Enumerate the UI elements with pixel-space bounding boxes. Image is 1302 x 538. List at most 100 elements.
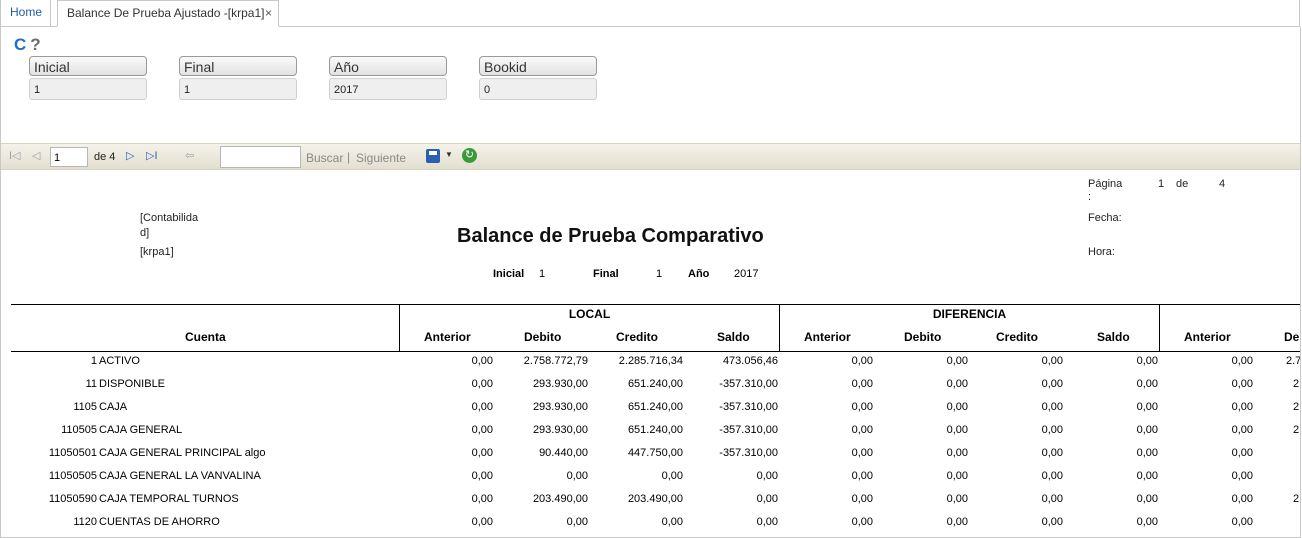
value-cell: 0,00 [946,493,968,505]
value-cell: 0,00 [471,424,493,436]
value-cell: 0,00 [1231,516,1253,528]
group-header-diferencia: DIFERENCIA [932,307,1007,321]
chevron-down-icon[interactable]: ▼ [445,150,453,159]
value-cell: 293.930,00 [532,378,588,390]
column-header: Anterior [1184,330,1231,344]
value-cell: 0,00 [566,516,588,528]
param-anio-value: 2017 [734,268,759,280]
value-cell: 0,00 [946,355,968,367]
last-page-icon[interactable]: ▷I [146,149,158,162]
table-row: 11 DISPONIBLE 0,00 293.930,00 651.240,00… [11,378,1300,401]
search-input[interactable] [220,146,301,168]
value-cell: 2.7 [1286,355,1300,367]
param-value-field[interactable]: 0 [479,78,597,100]
refresh-icon[interactable]: C [14,35,26,55]
value-cell: 0,00 [661,516,683,528]
param-anio: Año 2017 [329,56,447,100]
value-cell: 0,00 [1136,401,1158,413]
page-total-label: de 4 [94,151,116,163]
report-title: Balance de Prueba Comparativo [457,225,764,247]
value-cell: 0,00 [1041,424,1063,436]
table-row: 11050505 CAJA GENERAL LA VANVALINA 0,00 … [11,470,1300,493]
value-cell: 0,00 [1136,355,1158,367]
value-cell: 0,00 [471,401,493,413]
tab-strip: Home Balance De Prueba Ajustado -[krpa1]… [0,0,1300,27]
value-cell: 0,00 [471,470,493,482]
value-cell: 0,00 [1136,424,1158,436]
account-code: 11050505 [48,470,97,482]
value-cell: 0,00 [1041,355,1063,367]
value-cell: 0,00 [851,378,873,390]
value-cell: 651.240,00 [627,401,683,413]
param-label: Bookid [479,56,597,76]
value-cell: 90.440,00 [539,447,588,459]
account-code: 1120 [73,516,97,528]
value-cell: 447.750,00 [627,447,683,459]
report-page: Página : 1 de 4 Fecha: Hora: [Contabilid… [0,171,1300,537]
value-cell: 0,00 [1231,447,1253,459]
param-value-field[interactable]: 2017 [329,78,447,100]
company-code: [krpa1] [140,246,174,258]
account-name: ACTIVO [99,355,140,367]
value-cell: 0,00 [1041,447,1063,459]
table-row: 1105 CAJA 0,00 293.930,00 651.240,00 -35… [11,401,1300,424]
fecha-label: Fecha: [1088,212,1122,224]
account-name: DISPONIBLE [99,378,166,390]
help-icon[interactable]: ? [30,35,40,55]
value-cell: 0,00 [471,355,493,367]
value-cell: 0,00 [851,493,873,505]
value-cell: 0,00 [1136,516,1158,528]
account-code: 110505 [61,424,97,436]
value-cell: -357.310,00 [719,447,778,459]
prev-page-icon[interactable]: ◁ [32,149,40,162]
value-cell: 0,00 [1231,355,1253,367]
first-page-icon[interactable]: I◁ [9,149,21,162]
param-value-field[interactable]: 1 [179,78,297,100]
value-cell: 0,00 [1231,424,1253,436]
export-save-icon[interactable] [426,149,440,163]
tab-label: Balance De Prueba Ajustado -[krpa1] [67,6,265,20]
value-cell: 2 [1293,424,1300,436]
find-next-button[interactable]: Siguiente [356,151,406,165]
value-cell: 0,00 [1041,401,1063,413]
column-header: Credito [616,330,658,344]
page-label-colon: : [1088,191,1092,203]
value-cell: 293.930,00 [532,401,588,413]
refresh-report-icon[interactable]: ↻ [462,148,477,163]
value-cell: 0,00 [471,378,493,390]
value-cell: 0,00 [851,401,873,413]
value-cell: 0,00 [1041,516,1063,528]
page-number-input[interactable]: 1 [50,147,88,167]
find-button[interactable]: Buscar [306,151,343,165]
param-bookid: Bookid 0 [479,56,597,100]
value-cell: -357.310,00 [719,401,778,413]
tab-home[interactable]: Home [1,0,51,27]
column-header: Debito [904,330,942,344]
value-cell: 0,00 [756,493,778,505]
next-page-icon[interactable]: ▷ [126,149,134,162]
account-name: CAJA [99,401,128,413]
close-icon[interactable]: × [265,1,272,25]
value-cell: 0,00 [1136,470,1158,482]
value-cell: 0,00 [1231,401,1253,413]
param-value-field[interactable]: 1 [29,78,147,100]
company-name-line1: [Contabilida [140,212,199,224]
account-name: CUENTAS DE AHORRO [99,516,220,528]
value-cell: 293.930,00 [532,424,588,436]
value-cell: 2.285.716,34 [618,355,683,367]
value-cell: 0,00 [1041,493,1063,505]
column-header: Credito [996,330,1038,344]
value-cell: 0,00 [1041,470,1063,482]
table-row: 1 ACTIVO 0,00 2.758.772,79 2.285.716,34 … [11,355,1300,378]
tab-balance-prueba[interactable]: Balance De Prueba Ajustado -[krpa1] × [57,0,279,27]
value-cell: 203.490,00 [532,493,588,505]
hora-label: Hora: [1088,246,1115,258]
page-label: Página [1088,178,1123,190]
value-cell: 0,00 [946,378,968,390]
page-de: de [1176,178,1189,190]
column-header: Debito [524,330,562,344]
value-cell: -357.310,00 [719,378,778,390]
value-cell: 0,00 [946,424,968,436]
separator: | [347,150,351,164]
back-to-parent-icon[interactable]: ⇦ [185,149,194,162]
